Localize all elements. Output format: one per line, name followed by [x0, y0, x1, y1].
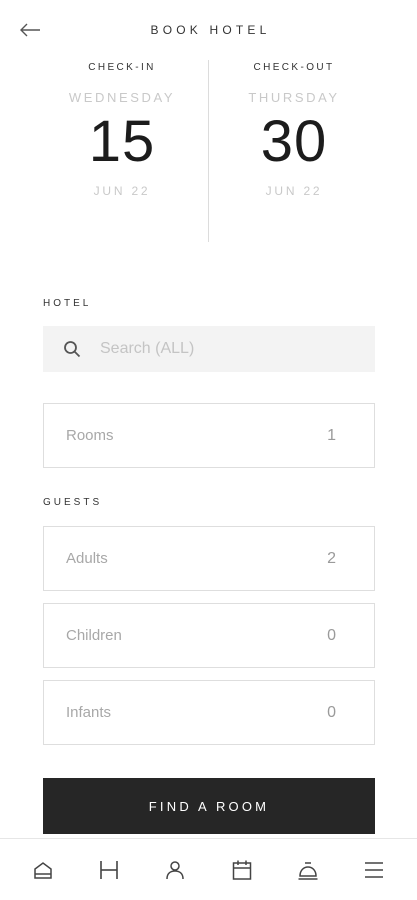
hotel-section-label: HOTEL: [43, 298, 92, 309]
check-out-day: 30: [260, 109, 328, 174]
nav-hotel[interactable]: [89, 850, 129, 890]
rooms-value: 1: [327, 426, 336, 444]
guests-section-label: GUESTS: [43, 497, 103, 508]
adults-label: Adults: [66, 550, 108, 567]
infants-field[interactable]: Infants 0: [43, 680, 375, 745]
check-out-month: JUN 22: [265, 184, 323, 198]
page-title: BOOK HOTEL: [150, 23, 271, 37]
children-field[interactable]: Children 0: [43, 603, 375, 668]
nav-profile[interactable]: [155, 850, 195, 890]
home-icon: [34, 861, 52, 879]
children-label: Children: [66, 627, 122, 644]
book-hotel-screen: BOOK HOTEL CHECK-IN WEDNESDAY 15 JUN 22 …: [0, 0, 417, 900]
service-bell-icon: [298, 861, 318, 880]
infants-value: 0: [327, 703, 336, 721]
rooms-field[interactable]: Rooms 1: [43, 403, 375, 468]
adults-field[interactable]: Adults 2: [43, 526, 375, 591]
nav-menu[interactable]: [354, 850, 394, 890]
rooms-label: Rooms: [66, 427, 114, 444]
infants-label: Infants: [66, 704, 112, 721]
adults-value: 2: [327, 549, 336, 567]
check-out-date[interactable]: CHECK-OUT THURSDAY 30 JUN 22: [214, 62, 374, 198]
check-in-month: JUN 22: [93, 184, 151, 198]
check-out-label: CHECK-OUT: [253, 62, 335, 73]
nav-home[interactable]: [23, 850, 63, 890]
date-divider: [208, 60, 209, 242]
check-in-weekday: WEDNESDAY: [68, 90, 176, 105]
hotel-search-box[interactable]: [43, 326, 375, 372]
find-room-button[interactable]: FIND A ROOM: [43, 778, 375, 834]
nav-calendar[interactable]: [222, 850, 262, 890]
search-icon: [64, 341, 81, 358]
check-in-label: CHECK-IN: [88, 62, 156, 73]
hamburger-menu-icon: [364, 861, 383, 878]
hotel-h-icon: [100, 860, 119, 879]
children-value: 0: [327, 626, 336, 644]
check-in-day: 15: [88, 109, 156, 174]
check-out-weekday: THURSDAY: [248, 90, 340, 105]
user-icon: [166, 860, 185, 879]
hotel-search-input[interactable]: [100, 340, 340, 358]
nav-concierge[interactable]: [288, 850, 328, 890]
check-in-date[interactable]: CHECK-IN WEDNESDAY 15 JUN 22: [42, 62, 202, 198]
calendar-icon: [232, 860, 251, 880]
bottom-nav: [0, 838, 417, 900]
